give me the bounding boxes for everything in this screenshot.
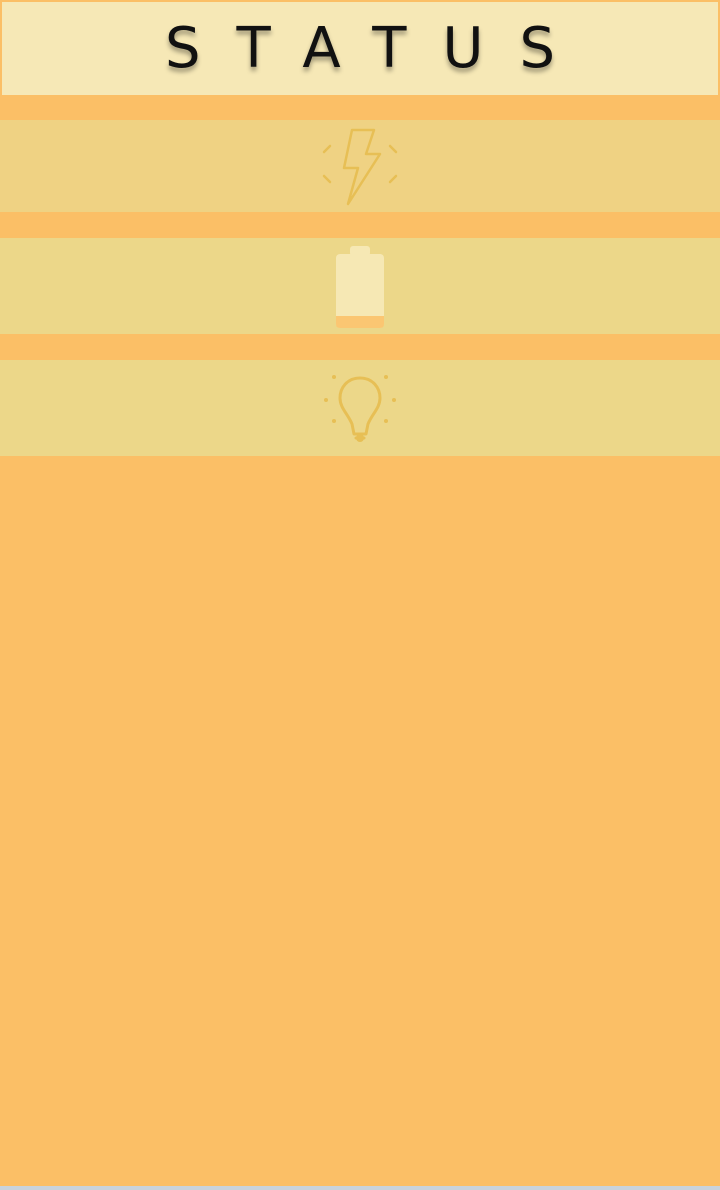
status-row-battery[interactable] bbox=[0, 238, 720, 334]
battery-icon bbox=[334, 244, 386, 328]
status-row-light[interactable] bbox=[0, 360, 720, 456]
status-screen: STATUS bbox=[0, 0, 720, 1186]
power-icon bbox=[320, 124, 400, 208]
status-row-power[interactable] bbox=[0, 120, 720, 212]
lightbulb-icon bbox=[320, 372, 400, 444]
header: STATUS bbox=[2, 2, 718, 95]
page-title: STATUS bbox=[164, 15, 592, 81]
